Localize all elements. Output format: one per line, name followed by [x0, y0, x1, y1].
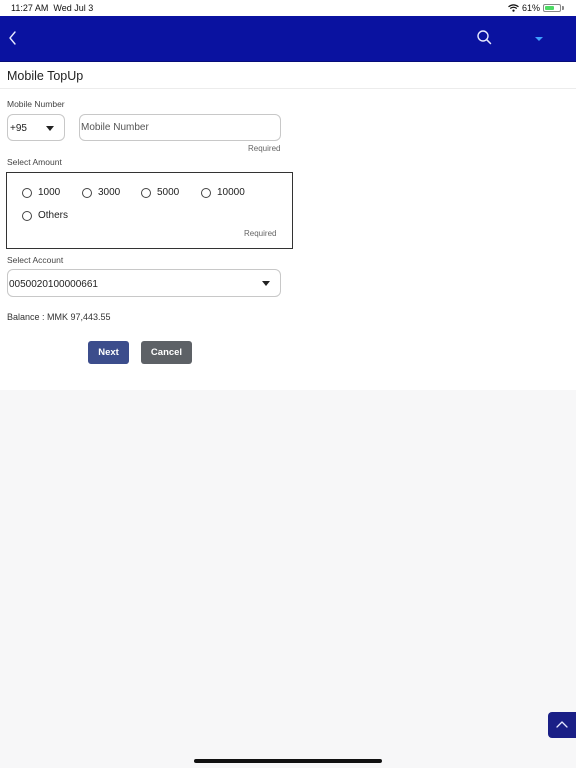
battery-percent: 61% — [521, 3, 540, 13]
mobile-number-label: Mobile Number — [7, 99, 65, 109]
search-icon — [477, 30, 492, 45]
page-title: Mobile TopUp — [7, 69, 84, 83]
navbar — [0, 16, 576, 62]
country-code-select[interactable]: +95 — [7, 114, 65, 141]
amount-option-label: Others — [38, 210, 69, 221]
battery-icon — [543, 4, 561, 12]
amount-required-text: Required — [244, 229, 277, 238]
select-amount-label: Select Amount — [7, 157, 62, 167]
amount-option-label: 10000 — [217, 187, 245, 198]
radio-circle-icon — [22, 187, 32, 198]
title-divider — [0, 88, 576, 89]
amount-option-10000[interactable]: 10000 — [201, 187, 245, 198]
account-select[interactable]: 0050020100000661 — [7, 269, 281, 297]
status-time-text: 11:27 AM — [11, 3, 49, 13]
radio-circle-icon — [22, 210, 32, 221]
radio-circle-icon — [82, 187, 92, 198]
account-value: 0050020100000661 — [9, 279, 98, 290]
select-account-label: Select Account — [7, 255, 64, 265]
status-bar: 11:27 AM Wed Jul 3 61% — [0, 0, 576, 16]
battery-tip — [562, 6, 564, 10]
chevron-down-icon — [46, 126, 54, 131]
amount-option-1000[interactable]: 1000 — [22, 187, 60, 198]
status-right: 61% — [508, 3, 564, 13]
amount-option-label: 5000 — [157, 187, 180, 198]
scroll-top-button[interactable] — [548, 712, 576, 738]
amount-options-box: 1000 3000 5000 10000 Others Required — [6, 172, 293, 249]
mobile-number-input[interactable] — [79, 114, 281, 141]
back-button[interactable] — [6, 28, 26, 48]
radio-circle-icon — [201, 187, 211, 198]
country-code-value: +95 — [10, 123, 27, 134]
main-content: Mobile TopUp Mobile Number +95 Required … — [0, 62, 576, 390]
wifi-icon — [508, 4, 519, 12]
cancel-button[interactable]: Cancel — [141, 341, 192, 364]
dropdown-caret-icon — [535, 37, 543, 41]
amount-option-label: 1000 — [38, 187, 61, 198]
amount-option-others[interactable]: Others — [22, 210, 68, 221]
amount-option-3000[interactable]: 3000 — [82, 187, 120, 198]
back-chevron-icon — [9, 31, 16, 45]
radio-circle-icon — [141, 187, 151, 198]
status-time: 11:27 AM Wed Jul 3 — [11, 3, 93, 13]
battery-fill — [545, 6, 554, 10]
chevron-down-icon — [262, 281, 270, 286]
balance-text: Balance : MMK 97,443.55 — [7, 312, 111, 322]
menu-dropdown-button[interactable] — [530, 30, 548, 48]
amount-option-5000[interactable]: 5000 — [141, 187, 179, 198]
amount-option-label: 3000 — [98, 187, 121, 198]
chevron-up-icon — [556, 721, 568, 728]
status-date-text: Wed Jul 3 — [53, 3, 94, 13]
next-button[interactable]: Next — [88, 341, 129, 364]
home-indicator — [194, 759, 382, 763]
search-button[interactable] — [475, 28, 495, 48]
mobile-required-text: Required — [248, 144, 281, 153]
